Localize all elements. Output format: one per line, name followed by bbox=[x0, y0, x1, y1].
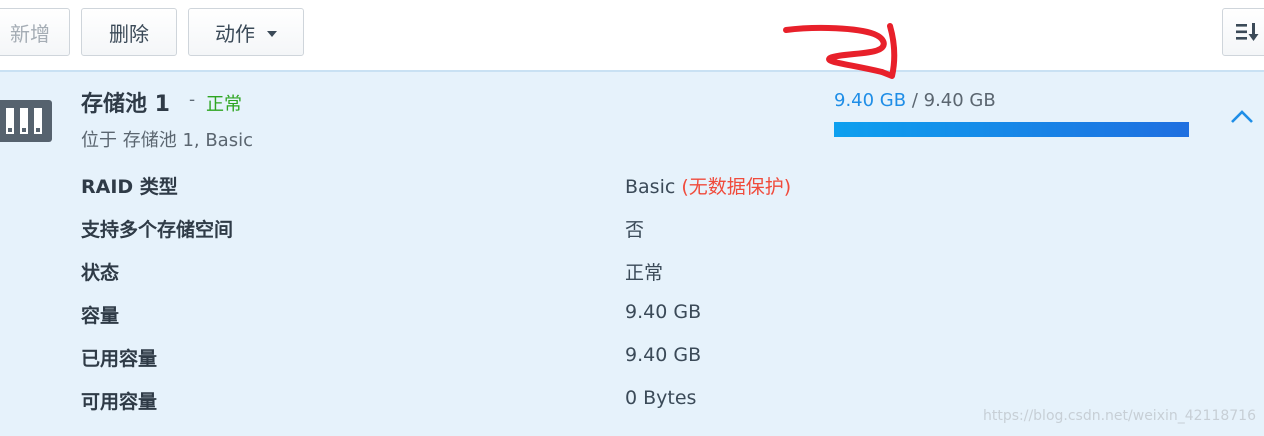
pool-subtitle: 位于 存储池 1, Basic bbox=[81, 130, 253, 151]
detail-label: 支持多个存储空间 bbox=[81, 219, 234, 241]
detail-value: 否 bbox=[625, 219, 645, 241]
detail-row-used-capacity: 已用容量 9.40 GB bbox=[0, 336, 1264, 376]
detail-label: 状态 bbox=[81, 262, 120, 284]
red-arrow-annotation bbox=[783, 23, 898, 79]
usage-separator: / bbox=[906, 90, 924, 111]
detail-row-raid-type: RAID 类型 Basic (无数据保护) bbox=[0, 164, 1264, 204]
pool-title-separator: - bbox=[189, 90, 196, 110]
detail-label: 已用容量 bbox=[81, 348, 158, 370]
watermark: https://blog.csdn.net/weixin_42118716 bbox=[982, 408, 1256, 424]
detail-row-capacity: 容量 9.40 GB bbox=[0, 293, 1264, 333]
action-button-label: 动作 bbox=[215, 21, 255, 46]
detail-row-status: 状态 正常 bbox=[0, 250, 1264, 290]
usage-total: 9.40 GB bbox=[923, 90, 996, 111]
pool-status: 正常 bbox=[206, 94, 242, 115]
raid-type-note: (无数据保护) bbox=[681, 176, 792, 198]
detail-value: 9.40 GB bbox=[625, 301, 702, 323]
action-dropdown-button[interactable]: 动作 bbox=[188, 8, 304, 56]
detail-label: 可用容量 bbox=[81, 391, 158, 413]
add-button[interactable]: 新增 bbox=[0, 8, 70, 56]
pool-name: 存储池 1 bbox=[81, 92, 170, 117]
detail-row-multi-volume: 支持多个存储空间 否 bbox=[0, 207, 1264, 247]
detail-value: 9.40 GB bbox=[625, 344, 702, 366]
chevron-up-icon[interactable] bbox=[1228, 106, 1256, 128]
usage-used: 9.40 GB bbox=[834, 90, 907, 111]
usage-bar bbox=[834, 122, 1189, 137]
detail-value: 正常 bbox=[625, 262, 664, 284]
detail-value: Basic (无数据保护) bbox=[625, 172, 791, 199]
delete-button[interactable]: 删除 bbox=[81, 8, 177, 56]
sort-icon bbox=[1236, 23, 1259, 41]
sort-button[interactable] bbox=[1222, 8, 1264, 56]
raid-type-value: Basic bbox=[625, 176, 676, 198]
usage-bar-fill bbox=[834, 122, 1189, 137]
detail-value: 0 Bytes bbox=[625, 387, 697, 409]
storage-pool-panel[interactable]: 存储池 1 - 正常 位于 存储池 1, Basic 9.40 GB / 9.4… bbox=[0, 70, 1264, 436]
caret-down-icon bbox=[267, 30, 277, 37]
pool-usage-text: 9.40 GB / 9.40 GB bbox=[834, 90, 996, 111]
detail-label: 容量 bbox=[81, 305, 120, 327]
storage-pool-icon bbox=[0, 100, 52, 142]
detail-label: RAID 类型 bbox=[81, 176, 178, 198]
toolbar: 新增 删除 动作 bbox=[0, 0, 1264, 70]
